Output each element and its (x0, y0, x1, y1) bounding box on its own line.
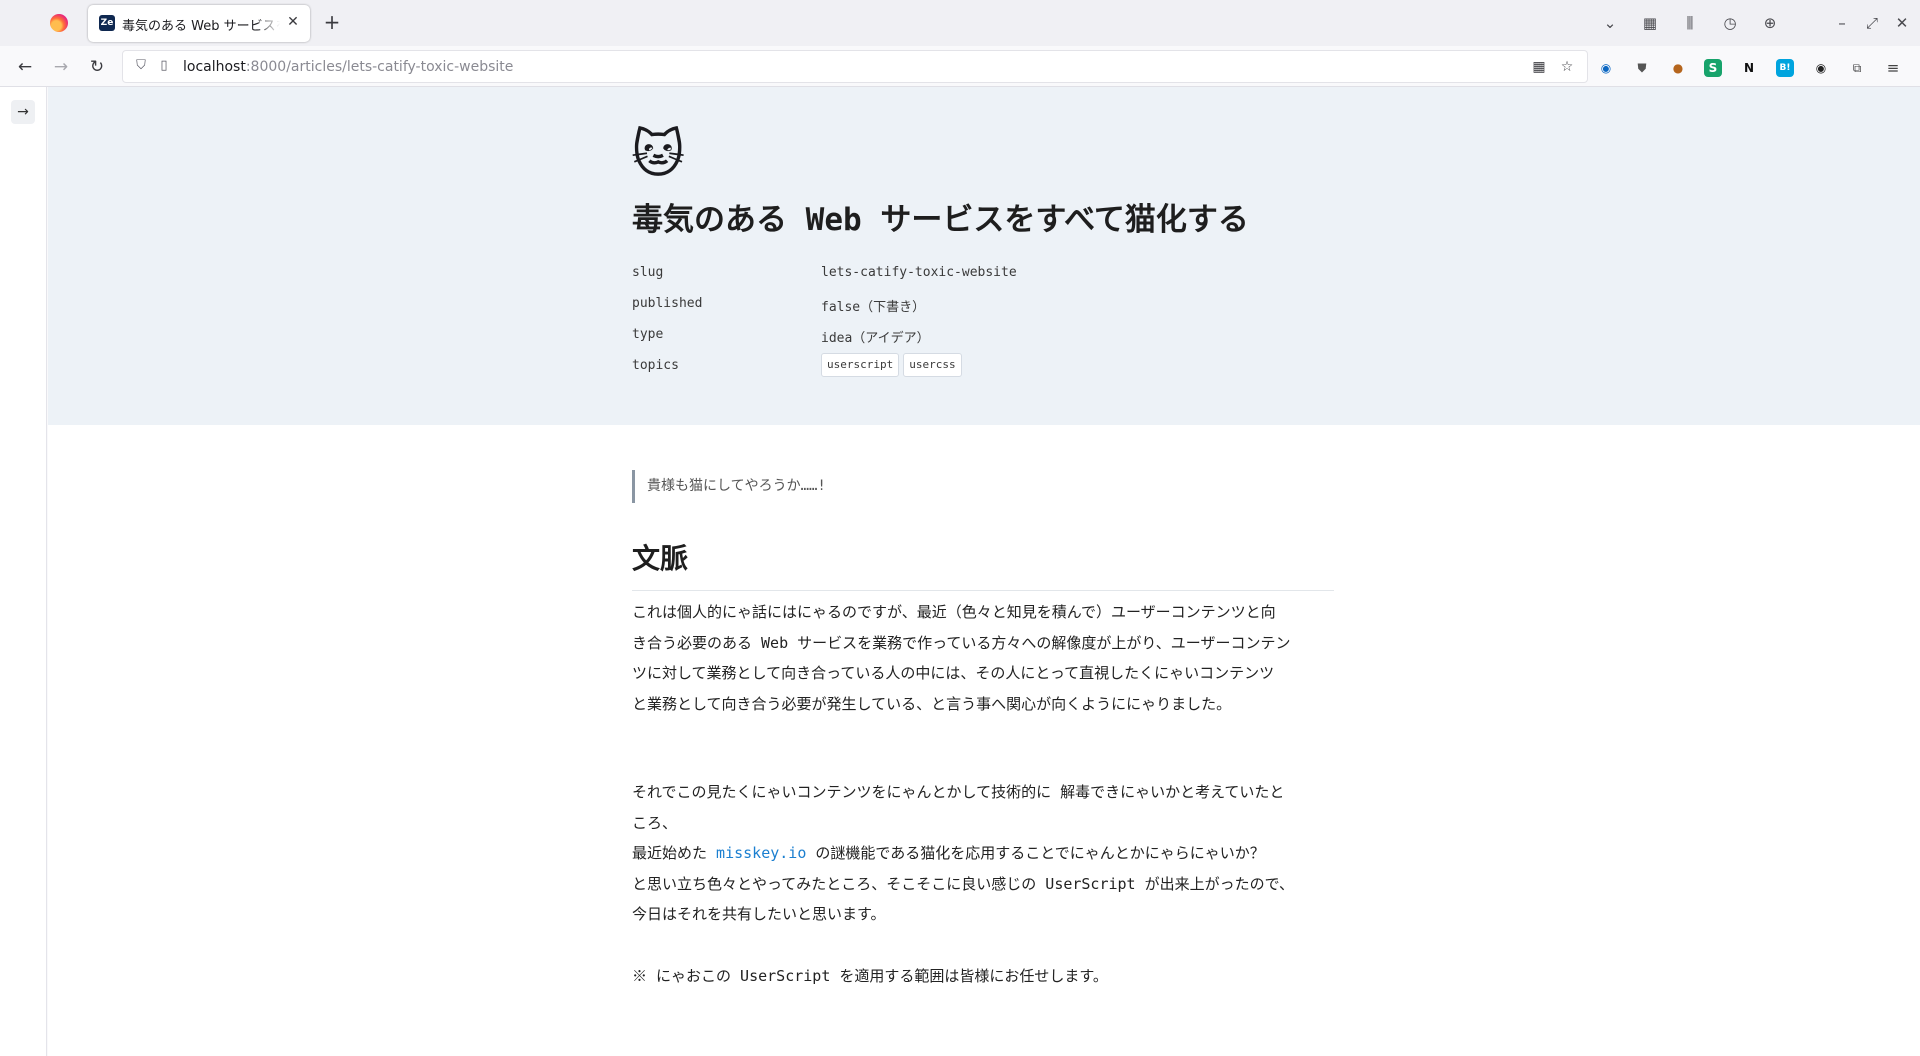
text-span: 最近始めた (632, 844, 717, 862)
meta-key: type (632, 327, 664, 342)
url-bar[interactable]: ⛉ ▯ localhost:8000/articles/lets-catify-… (122, 50, 1588, 83)
paragraph-line: ころ、 (632, 813, 678, 832)
article-header: 🐱 毒気のある Web サービスをすべて猫化する slug lets-catif… (48, 87, 1920, 425)
hamburger-menu-icon[interactable]: ≡ (1884, 59, 1902, 77)
forward-arrow-icon[interactable]: → (50, 56, 72, 78)
back-arrow-icon[interactable]: ← (14, 56, 36, 78)
misskey-link[interactable]: misskey.io (716, 844, 806, 862)
extensions-puzzle-icon[interactable]: ⧉ (1848, 59, 1866, 77)
meta-value: lets-catify-toxic-website (821, 265, 1017, 280)
paragraph: ※ にゃおこの UserScript を適用する範囲は皆様にお任せします。 (632, 961, 1334, 992)
history-clock-icon[interactable]: ◷ (1720, 13, 1740, 33)
url-path: :8000/articles/lets-catify-toxic-website (245, 59, 514, 75)
topic-chips: userscript usercss (821, 353, 966, 377)
topic-chip[interactable]: userscript (821, 353, 900, 377)
navigation-bar: ← → ↻ ⛉ ▯ localhost:8000/articles/lets-c… (0, 46, 1920, 87)
paragraph-line: 最近始めた misskey.io の謎機能である猫化を応用することでにゃんとかに… (632, 838, 1334, 869)
zenn-favicon-icon: Ze (99, 15, 115, 31)
sidebar-expand-arrow-icon[interactable]: → (11, 100, 35, 124)
meta-key: published (632, 296, 703, 311)
sidebar: → (0, 87, 47, 1056)
paragraph-line: と思い立ち色々とやってみたところ、そこそこに良い感じの UserScript が… (632, 874, 1295, 893)
topic-chip[interactable]: usercss (903, 353, 962, 377)
tab-strip: Ze 毒気のある Web サービスをす ✕ + ⌄ ▦ ⫼ ◷ ⊕ – ⤢ ✕ (0, 0, 1920, 46)
extensions-grid-icon[interactable]: ▦ (1640, 13, 1660, 33)
tracking-shield-icon[interactable]: ⛉ (133, 58, 149, 74)
downloads-icon[interactable]: ⊕ (1760, 13, 1780, 33)
paragraph: これは個人的にゃ話にはにゃるのですが、最近（色々と知見を積んで）ユーザーコンテン… (632, 597, 1334, 719)
close-window-icon[interactable]: ✕ (1892, 13, 1912, 33)
cat-emoji-icon: 🐱 (631, 125, 686, 185)
tab-title: 毒気のある Web サービスをす (122, 19, 280, 34)
paragraph: それでこの見たくにゃいコンテンツをにゃんとかして技術的に 解毒できにゃいかと考え… (632, 777, 1334, 930)
close-tab-icon[interactable]: ✕ (284, 13, 302, 31)
page-content: 🐱 毒気のある Web サービスをすべて猫化する slug lets-catif… (48, 87, 1920, 1056)
library-icon[interactable]: ⫼ (1680, 13, 1700, 33)
paragraph-line: と業務として向き合う必要が発生している、と言う事へ関心が向くようににゃりました。 (632, 694, 1232, 713)
qr-code-icon[interactable]: ▦ (1530, 58, 1548, 76)
tampermonkey-extension-icon[interactable]: ● (1669, 59, 1687, 77)
onepassword-extension-icon[interactable]: ◉ (1597, 59, 1615, 77)
paragraph-line: ツに対して業務として向き合っている人の中には、その人にとって直視したくにゃいコン… (632, 664, 1275, 682)
url-host: localhost (183, 59, 246, 75)
stylus-extension-icon[interactable]: S (1704, 59, 1722, 77)
active-tab[interactable]: Ze 毒気のある Web サービスをす ✕ (88, 5, 310, 42)
new-tab-button[interactable]: + (321, 11, 343, 33)
paragraph-line: ※ にゃおこの UserScript を適用する範囲は皆様にお任せします。 (632, 967, 1108, 985)
paragraph-line: き合う必要のある Web サービスを業務で作っている方々への解像度が上がり、ユー… (632, 633, 1291, 652)
text-span: の謎機能である猫化を応用することでにゃんとかにゃらにゃいか？ (806, 844, 1265, 862)
eye-extension-icon[interactable]: ◉ (1812, 59, 1830, 77)
paragraph-line: 今日はそれを共有したいと思います。 (632, 905, 886, 923)
page-info-icon[interactable]: ▯ (157, 58, 171, 74)
hatena-bookmark-extension-icon[interactable]: B! (1776, 59, 1794, 77)
bookmark-star-icon[interactable]: ☆ (1558, 58, 1576, 76)
reload-icon[interactable]: ↻ (86, 56, 108, 78)
meta-key: topics (632, 358, 679, 373)
notion-extension-icon[interactable]: N (1740, 59, 1758, 77)
page-title: 毒気のある Web サービスをすべて猫化する (632, 202, 1249, 238)
paragraph-line: それでこの見たくにゃいコンテンツをにゃんとかして技術的に 解毒できにゃいかと考え… (632, 783, 1285, 801)
tab-list-chevron-icon[interactable]: ⌄ (1600, 13, 1620, 33)
meta-key: slug (632, 265, 664, 280)
ublock-extension-icon[interactable]: ⛊ (1633, 59, 1651, 77)
restore-icon[interactable]: ⤢ (1862, 13, 1882, 33)
section-heading: 文脈 (632, 537, 1334, 591)
minimize-icon[interactable]: – (1832, 13, 1852, 33)
url-text[interactable]: localhost:8000/articles/lets-catify-toxi… (183, 59, 513, 75)
paragraph-line: これは個人的にゃ話にはにゃるのですが、最近（色々と知見を積んで）ユーザーコンテン… (632, 603, 1276, 621)
meta-value: false（下書き） (821, 300, 926, 315)
firefox-view-icon[interactable] (50, 14, 68, 32)
blockquote: 貴様も猫にしてやろうか……! (632, 470, 1334, 503)
meta-value: idea（アイデア） (821, 331, 930, 346)
